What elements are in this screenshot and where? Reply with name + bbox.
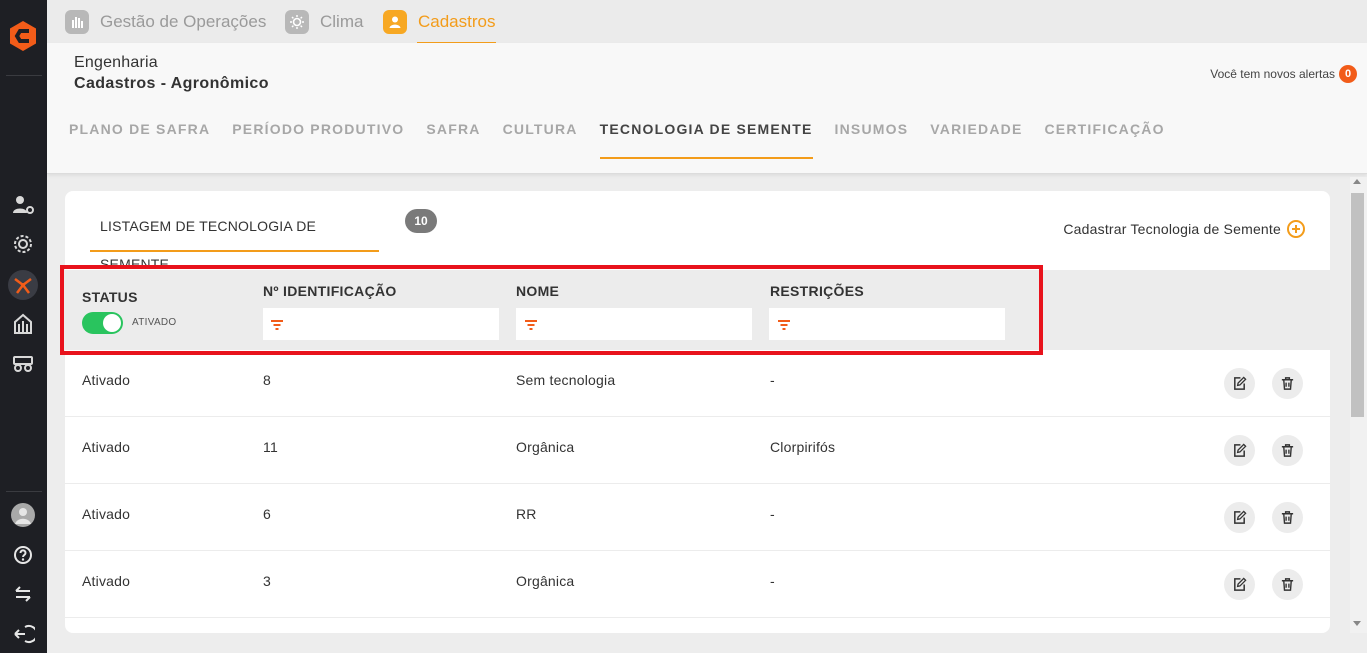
plus-circle-icon xyxy=(1287,220,1305,238)
app-tab-label: Gestão de Operações xyxy=(100,11,267,31)
cell-id: 11 xyxy=(263,439,278,455)
field-map-icon[interactable] xyxy=(8,309,38,339)
app-tab-clima[interactable]: Clima xyxy=(285,0,363,43)
sidebar-divider xyxy=(6,491,42,492)
cell-status: Ativado xyxy=(82,439,131,455)
tab-cultura[interactable]: CULTURA xyxy=(503,121,578,159)
edit-icon xyxy=(1234,577,1247,591)
alerts-count-badge: 0 xyxy=(1339,65,1357,83)
cell-id: 8 xyxy=(263,372,271,388)
edit-button[interactable] xyxy=(1224,569,1255,600)
delete-button[interactable] xyxy=(1272,502,1303,533)
cell-name: Orgânica xyxy=(516,573,575,589)
trash-icon xyxy=(1281,444,1294,457)
edit-icon xyxy=(1234,376,1247,390)
cell-restrictions: - xyxy=(770,573,775,589)
hand-icon xyxy=(65,9,89,34)
app-tab-bar: Gestão de Operações Clima Cadastros xyxy=(47,0,1367,43)
tab-safra[interactable]: SAFRA xyxy=(426,121,480,159)
table-row: Ativado 3 Orgânica - xyxy=(65,551,1330,618)
cell-restrictions: - xyxy=(770,372,775,388)
trash-icon xyxy=(1281,511,1294,524)
tab-variedade[interactable]: VARIEDADE xyxy=(930,121,1022,159)
cell-name: RR xyxy=(516,506,537,522)
scrollbar-thumb[interactable] xyxy=(1351,193,1364,417)
list-count-badge: 10 xyxy=(405,209,437,233)
app-tab-gestao[interactable]: Gestão de Operações xyxy=(65,0,266,43)
app-tab-label: Cadastros xyxy=(418,11,496,31)
avatar[interactable] xyxy=(8,500,38,530)
table-row: Ativado 8 Sem tecnologia - xyxy=(65,350,1330,417)
company-logo[interactable] xyxy=(6,19,40,53)
list-tab[interactable]: LISTAGEM DE TECNOLOGIA DE SEMENTE xyxy=(90,207,379,272)
alerts-indicator[interactable]: Você tem novos alertas 0 xyxy=(1210,65,1357,83)
edit-button[interactable] xyxy=(1224,435,1255,466)
tab-periodo-produtivo[interactable]: PERÍODO PRODUTIVO xyxy=(232,121,404,159)
sub-tab-bar: PLANO DE SAFRA PERÍODO PRODUTIVO SAFRA C… xyxy=(69,121,1187,159)
breadcrumb-parent[interactable]: Engenharia xyxy=(74,54,158,72)
sun-icon xyxy=(285,9,309,34)
app-tab-label: Clima xyxy=(320,11,364,31)
tab-insumos[interactable]: INSUMOS xyxy=(835,121,909,159)
cell-status: Ativado xyxy=(82,372,131,388)
page-header: Engenharia Cadastros - Agronômico Você t… xyxy=(47,43,1367,174)
edit-icon xyxy=(1234,510,1247,524)
delete-button[interactable] xyxy=(1272,569,1303,600)
tab-certificacao[interactable]: CERTIFICAÇÃO xyxy=(1045,121,1165,159)
cell-status: Ativado xyxy=(82,573,131,589)
target-gear-icon[interactable] xyxy=(8,229,38,259)
cell-status: Ativado xyxy=(82,506,131,522)
sidebar-divider xyxy=(6,75,42,76)
tractor-icon[interactable] xyxy=(8,348,38,378)
cell-name: Orgânica xyxy=(516,439,575,455)
user-icon xyxy=(383,9,407,34)
logout-icon[interactable] xyxy=(8,619,38,649)
cell-name: Sem tecnologia xyxy=(516,372,616,388)
table-row: Ativado 6 RR - xyxy=(65,484,1330,551)
edit-button[interactable] xyxy=(1224,502,1255,533)
trash-icon xyxy=(1281,377,1294,390)
add-button-label: Cadastrar Tecnologia de Semente xyxy=(1063,221,1281,237)
sidebar xyxy=(0,0,47,653)
user-settings-icon[interactable] xyxy=(8,190,38,220)
switch-arrows-icon[interactable] xyxy=(8,579,38,609)
seed-technology-icon[interactable] xyxy=(8,270,38,300)
highlight-box xyxy=(60,265,1043,355)
scroll-up-arrow-icon[interactable] xyxy=(1353,179,1361,184)
cell-id: 6 xyxy=(263,506,271,522)
page-title: Cadastros - Agronômico xyxy=(74,75,269,92)
table-row: Ativado 11 Orgânica Clorpirifós xyxy=(65,417,1330,484)
tab-plano-de-safra[interactable]: PLANO DE SAFRA xyxy=(69,121,210,159)
delete-button[interactable] xyxy=(1272,435,1303,466)
cell-restrictions: Clorpirifós xyxy=(770,439,836,455)
app-tab-cadastros[interactable]: Cadastros xyxy=(383,0,496,43)
delete-button[interactable] xyxy=(1272,368,1303,399)
cell-id: 3 xyxy=(263,573,271,589)
cell-restrictions: - xyxy=(770,506,775,522)
alerts-text: Você tem novos alertas xyxy=(1210,67,1335,81)
tab-tecnologia-de-semente[interactable]: TECNOLOGIA DE SEMENTE xyxy=(599,121,813,159)
add-seed-technology-button[interactable]: Cadastrar Tecnologia de Semente xyxy=(1063,220,1305,238)
trash-icon xyxy=(1281,578,1294,591)
list-card: LISTAGEM DE TECNOLOGIA DE SEMENTE 10 Cad… xyxy=(65,191,1330,633)
scroll-down-arrow-icon[interactable] xyxy=(1353,621,1361,626)
help-icon[interactable] xyxy=(8,540,38,570)
edit-icon xyxy=(1234,443,1247,457)
edit-button[interactable] xyxy=(1224,368,1255,399)
